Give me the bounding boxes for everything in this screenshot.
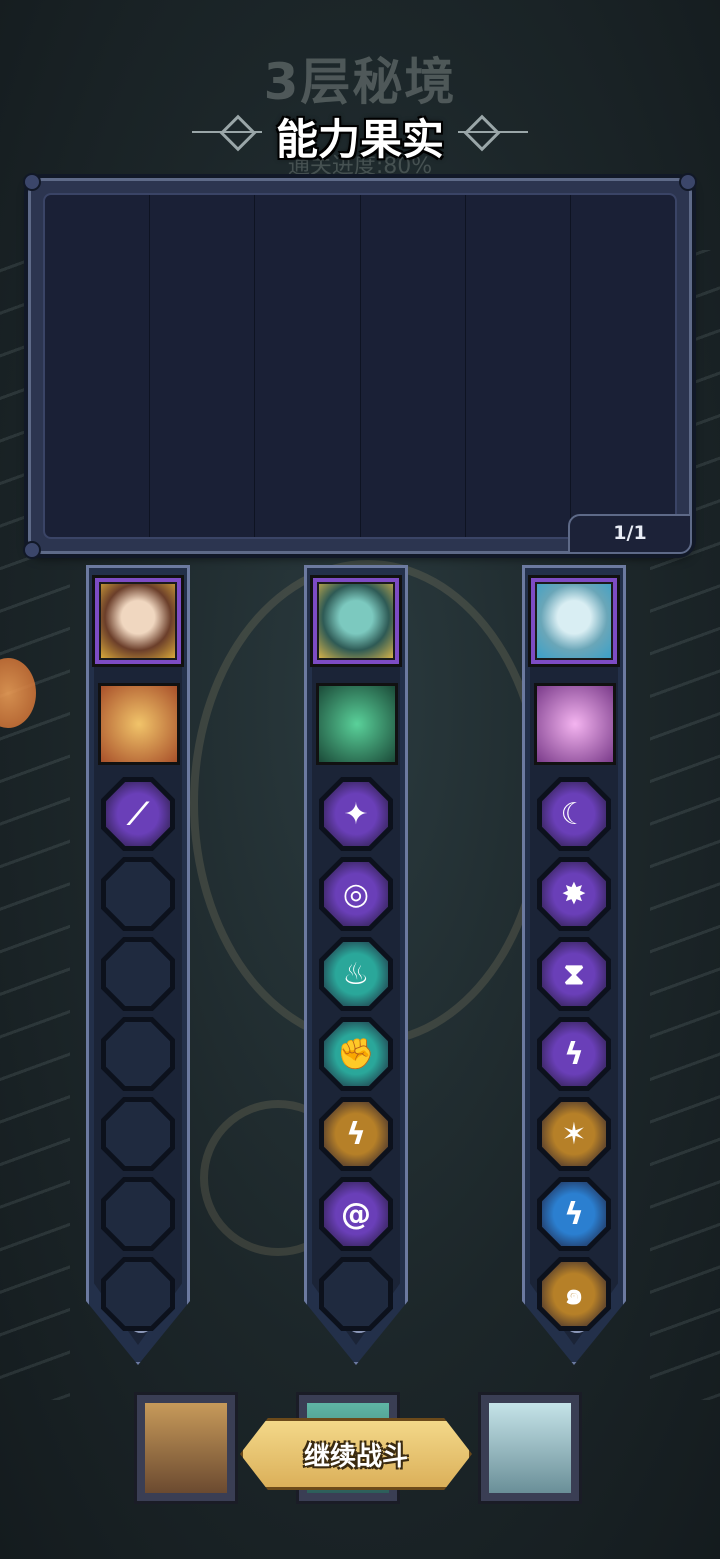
teal-flame-icon[interactable]: ♨: [319, 937, 393, 1011]
purple-hourglass-icon[interactable]: ⧗: [537, 937, 611, 1011]
card-slot: [150, 195, 256, 537]
rivet-icon: [23, 173, 41, 191]
card-slot: [571, 195, 675, 537]
bottom-hero-card-1[interactable]: [134, 1392, 238, 1504]
purple-spark-icon[interactable]: ϟ: [537, 1017, 611, 1091]
fruit-selection-panel: 1/1: [23, 173, 697, 559]
empty-skill-slot: [101, 857, 175, 931]
empty-skill-slot: [101, 1017, 175, 1091]
floor-title: 3层秘境: [263, 53, 457, 111]
empty-skill-slot: [101, 1177, 175, 1251]
portrait-image: [99, 582, 177, 660]
rivet-icon: [679, 173, 697, 191]
teal-elf-hero-portrait[interactable]: [310, 575, 402, 667]
blue-thunder-icon[interactable]: ϟ: [537, 1177, 611, 1251]
continue-battle-label: 继续战斗: [303, 1441, 408, 1472]
gold-crack-icon[interactable]: ✶: [537, 1097, 611, 1171]
gold-lightning-icon[interactable]: ϟ: [319, 1097, 393, 1171]
hero-portrait-icon: [489, 1403, 571, 1493]
card-slot: [255, 195, 361, 537]
fruit-card-area: [43, 193, 677, 539]
purple-slash-icon[interactable]: ⟋: [101, 777, 175, 851]
purple-vortex-icon[interactable]: @: [319, 1177, 393, 1251]
empty-skill-slot: [101, 1257, 175, 1331]
purple-shatter-icon[interactable]: ✦: [319, 777, 393, 851]
purple-target-icon[interactable]: ◎: [319, 857, 393, 931]
hero-column-3: ☾ ✸ ⧗ ϟ ✶ ϟ ๑: [522, 565, 626, 1395]
empty-skill-slot: [101, 1097, 175, 1171]
card-slot: [466, 195, 571, 537]
card-slot: [45, 195, 151, 537]
hero-column-1: ⟋: [86, 565, 190, 1395]
portrait-image: [317, 582, 395, 660]
pink-cone-ability-icon[interactable]: [534, 683, 616, 765]
rivet-icon: [23, 541, 41, 559]
purple-burst-icon[interactable]: ✸: [537, 857, 611, 931]
bottom-hero-card-3[interactable]: [478, 1392, 582, 1504]
page-title: 能力果实: [275, 115, 444, 164]
hero-column-2: ✦ ◎ ♨ ✊ ϟ @: [304, 565, 408, 1395]
continue-battle-button[interactable]: 继续战斗: [240, 1418, 472, 1490]
gold-swirl-icon[interactable]: ๑: [537, 1257, 611, 1331]
ice-spirit-hero-portrait[interactable]: [528, 575, 620, 667]
empty-skill-slot: [101, 937, 175, 1011]
portrait-image: [535, 582, 613, 660]
hero-portrait-icon: [145, 1403, 227, 1493]
card-slot: [361, 195, 466, 537]
empty-skill-slot: [319, 1257, 393, 1331]
green-serpent-ability-icon[interactable]: [316, 683, 398, 765]
teal-fist-icon[interactable]: ✊: [319, 1017, 393, 1091]
page-indicator: 1/1: [568, 514, 692, 554]
golden-laurel-hero-portrait[interactable]: [92, 575, 184, 667]
golden-lion-ability-icon[interactable]: [98, 683, 180, 765]
purple-crescent-icon[interactable]: ☾: [537, 777, 611, 851]
